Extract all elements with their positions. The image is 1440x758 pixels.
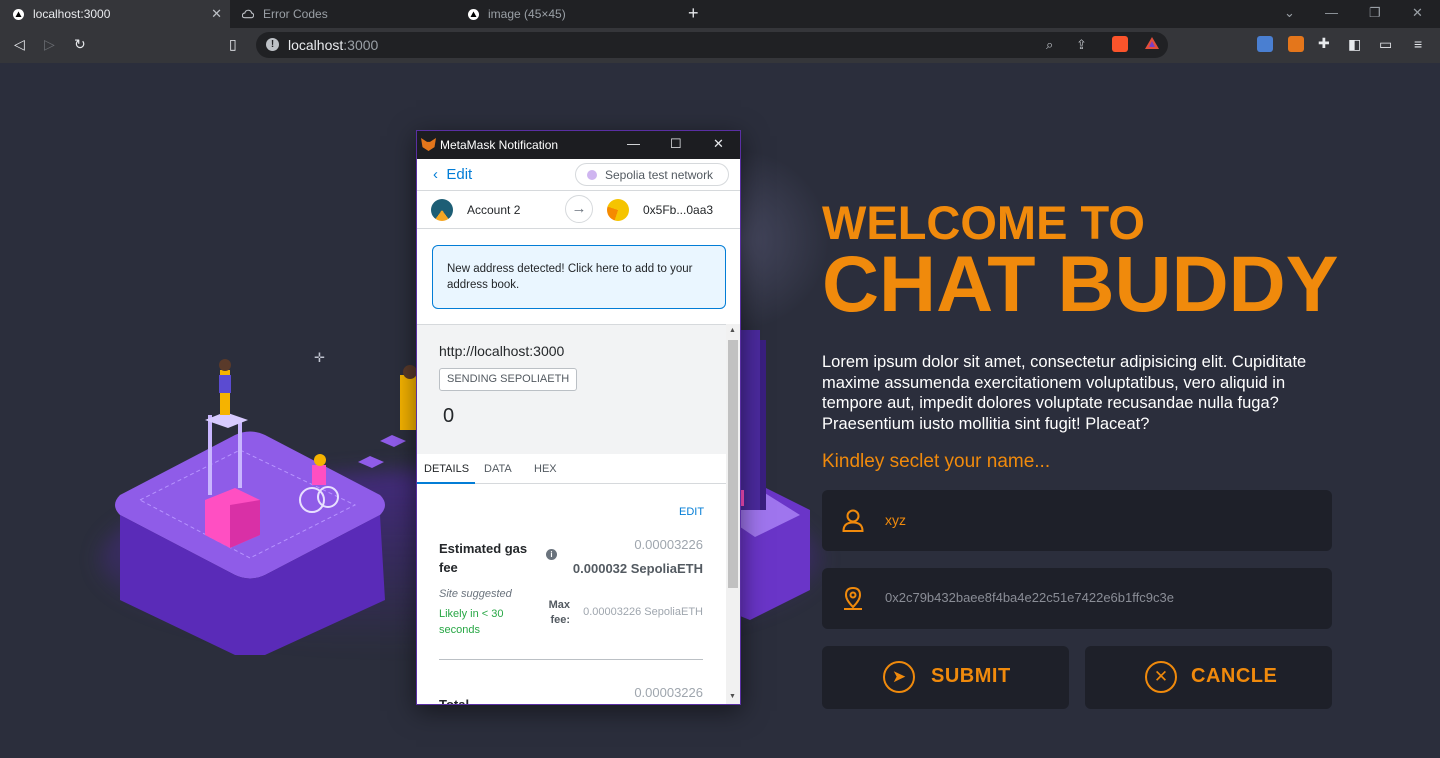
name-prompt: Kindley seclet your name... <box>822 451 1051 472</box>
cloud-icon <box>242 8 254 20</box>
restore-icon[interactable]: ❐ <box>1369 5 1381 21</box>
popup-header: ‹ Edit Sepolia test network <box>417 159 740 191</box>
address-bar[interactable]: ! localhost:3000 ⌕ ⇪ <box>256 32 1168 58</box>
submit-button[interactable]: ➤ SUBMIT <box>822 646 1069 709</box>
popup-close-icon[interactable]: ✕ <box>713 136 724 152</box>
site-info-icon[interactable]: ! <box>266 38 279 51</box>
chevron-left-icon: ‹ <box>433 166 438 183</box>
gas-secondary: 0.00003226 <box>634 537 703 552</box>
share-icon[interactable]: ⇪ <box>1076 37 1087 53</box>
description-text: Lorem ipsum dolor sit amet, consectetur … <box>822 353 1307 433</box>
sparkle-icon: ✛ <box>314 350 325 365</box>
tab-bar: localhost:3000 ✕ Error Codes image (45×4… <box>0 0 1440 28</box>
popup-maximize-icon[interactable]: ☐ <box>670 136 682 152</box>
scroll-up-icon[interactable]: ▲ <box>729 327 736 334</box>
translate-icon[interactable] <box>1257 36 1273 52</box>
likely-time: Likely in < 30 seconds <box>439 608 504 636</box>
triangle-icon <box>467 8 479 20</box>
origin-url: http://localhost:3000 <box>439 343 565 359</box>
location-pin-icon <box>840 585 866 611</box>
cancel-label: CANCLE <box>1191 665 1278 687</box>
info-icon[interactable]: i <box>546 549 557 560</box>
close-circle-icon: ✕ <box>1145 661 1177 693</box>
brave-rewards-icon[interactable] <box>1144 35 1160 54</box>
network-dot-icon <box>587 170 597 180</box>
edit-back-button[interactable]: ‹ Edit <box>433 166 472 183</box>
popup-minimize-icon[interactable]: — <box>627 136 640 151</box>
transaction-type-tag: SENDING SEPOLIAETH <box>439 368 578 391</box>
popup-titlebar: MetaMask Notification — ☐ ✕ <box>417 131 740 159</box>
close-tab-icon[interactable]: ✕ <box>211 6 222 22</box>
metamask-extension-icon[interactable] <box>1288 36 1304 52</box>
max-fee-label: Max fee: <box>548 599 570 626</box>
browser-toolbar: ◁ ▷ ↻ ▯ ! localhost:3000 ⌕ ⇪ ✚ ◧ ▭ ≡ <box>0 28 1440 63</box>
gas-primary: 0.000032 SepoliaETH <box>572 561 703 576</box>
tab-hex[interactable]: HEX <box>534 463 557 475</box>
tab-image[interactable]: image (45×45) <box>455 0 680 28</box>
extensions-puzzle-icon[interactable]: ✚ <box>1318 35 1330 52</box>
from-account[interactable]: Account 2 <box>467 203 520 217</box>
forward-icon[interactable]: ▷ <box>44 36 55 53</box>
to-address[interactable]: 0x5Fb...0aa3 <box>643 203 713 217</box>
site-suggested: Site suggested <box>439 588 512 600</box>
metamask-fox-icon <box>421 138 436 151</box>
tab-details[interactable]: DETAILS <box>424 463 469 475</box>
tab-title: image (45×45) <box>488 7 566 21</box>
active-tab-indicator <box>417 482 475 484</box>
account-row: Account 2 → 0x5Fb...0aa3 <box>417 191 740 229</box>
amount-value: 0 <box>443 405 455 427</box>
total-value: 0.00003226 <box>634 685 703 700</box>
tab-search-icon[interactable]: ⌄ <box>1284 5 1295 21</box>
metamask-popup: MetaMask Notification — ☐ ✕ ‹ Edit Sepol… <box>416 130 741 705</box>
zoom-icon[interactable]: ⌕ <box>1046 37 1053 53</box>
popup-title: MetaMask Notification <box>440 138 559 152</box>
back-icon[interactable]: ◁ <box>14 36 25 53</box>
edit-gas-link[interactable]: EDIT <box>679 506 704 518</box>
new-tab-button[interactable]: + <box>688 3 699 24</box>
scroll-down-icon[interactable]: ▼ <box>729 693 736 700</box>
minimize-icon[interactable]: — <box>1325 5 1338 20</box>
welcome-heading-big: CHAT BUDDY <box>822 239 1339 328</box>
brave-shield-icon[interactable] <box>1112 36 1128 52</box>
tab-data[interactable]: DATA <box>484 463 512 475</box>
user-icon <box>840 507 866 533</box>
scroll-thumb[interactable] <box>728 340 738 588</box>
tab-error-codes[interactable]: Error Codes <box>230 0 455 28</box>
gas-label: Estimated gas fee <box>439 541 528 575</box>
max-fee-value: 0.00003226 SepoliaETH <box>583 606 703 618</box>
address-field[interactable]: 0x2c79b432baee8f4ba4e22c51e7422e6b1ffc9c… <box>822 568 1332 629</box>
send-icon: ➤ <box>883 661 915 693</box>
triangle-icon <box>12 8 24 20</box>
to-avatar <box>607 199 629 221</box>
name-value: xyz <box>885 512 906 528</box>
tab-title: Error Codes <box>263 7 328 21</box>
address-value: 0x2c79b432baee8f4ba4e22c51e7422e6b1ffc9c… <box>885 590 1174 605</box>
details-tabs: DETAILS DATA HEX <box>417 454 727 484</box>
network-pill[interactable]: Sepolia test network <box>575 163 729 186</box>
popup-scrollbar[interactable]: ▲ ▼ <box>726 324 740 704</box>
submit-label: SUBMIT <box>931 665 1011 687</box>
wallet-icon[interactable]: ▭ <box>1379 36 1392 53</box>
divider <box>439 659 703 660</box>
from-avatar <box>431 199 453 221</box>
tab-title: localhost:3000 <box>33 7 111 21</box>
reload-icon[interactable]: ↻ <box>74 36 86 53</box>
menu-icon[interactable]: ≡ <box>1414 36 1422 52</box>
cancel-button[interactable]: ✕ CANCLE <box>1085 646 1332 709</box>
bookmark-icon[interactable]: ▯ <box>229 36 237 53</box>
arrow-right-icon: → <box>565 195 593 223</box>
tab-localhost[interactable]: localhost:3000 ✕ <box>0 0 230 28</box>
name-field[interactable]: xyz <box>822 490 1332 551</box>
sidebar-icon[interactable]: ◧ <box>1348 36 1361 53</box>
network-name: Sepolia test network <box>605 168 714 182</box>
window-close-icon[interactable]: ✕ <box>1412 5 1423 21</box>
transaction-summary: http://localhost:3000 SENDING SEPOLIAETH… <box>417 324 740 454</box>
new-address-notice[interactable]: New address detected! Click here to add … <box>432 245 726 309</box>
gas-details: EDIT Estimated gas fee i 0.00003226 0.00… <box>417 485 727 705</box>
total-label: Total <box>439 697 470 705</box>
url-text: localhost:3000 <box>288 37 379 53</box>
